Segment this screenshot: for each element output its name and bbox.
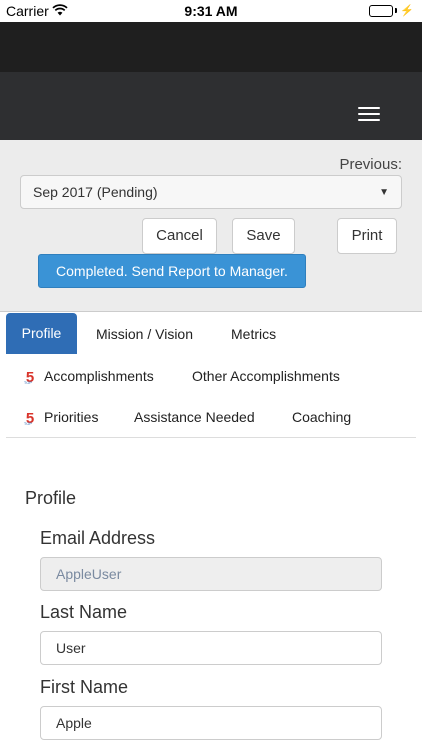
profile-section-title: Profile: [25, 488, 77, 508]
tabs-divider: [6, 437, 416, 438]
svg-text:TOP: TOP: [24, 380, 32, 385]
save-button[interactable]: Save: [232, 218, 295, 254]
tab-metrics[interactable]: Metrics: [231, 326, 276, 342]
tab-profile[interactable]: Profile: [6, 313, 77, 354]
first-name-field[interactable]: [40, 706, 382, 740]
charging-bolt-icon: ⚡: [400, 5, 414, 17]
top-5-badge-icon: 5 TOP: [21, 368, 39, 386]
svg-text:TOP: TOP: [24, 421, 32, 426]
tab-priorities[interactable]: Priorities: [44, 409, 98, 425]
period-select[interactable]: Sep 2017 (Pending) ▼: [20, 175, 402, 209]
tab-other-accomplishments[interactable]: Other Accomplishments: [192, 368, 340, 384]
tab-mission-vision[interactable]: Mission / Vision: [96, 326, 193, 342]
top-5-badge-icon: 5 TOP: [21, 409, 39, 427]
cancel-button[interactable]: Cancel: [142, 218, 217, 254]
app-top-bar: [0, 22, 422, 72]
email-field: [40, 557, 382, 591]
tab-accomplishments[interactable]: Accomplishments: [44, 368, 154, 384]
period-select-value: Sep 2017 (Pending): [33, 184, 158, 200]
email-label: Email Address: [40, 528, 156, 548]
previous-label: Previous:: [339, 156, 402, 173]
tab-assistance-needed[interactable]: Assistance Needed: [134, 409, 255, 425]
battery-icon: ⚡: [369, 4, 414, 17]
caret-down-icon: ▼: [379, 187, 389, 198]
last-name-field[interactable]: [40, 631, 382, 665]
clock: 9:31 AM: [184, 3, 238, 19]
print-button[interactable]: Print: [337, 218, 397, 254]
tab-coaching[interactable]: Coaching: [292, 409, 351, 425]
complete-send-report-button[interactable]: Completed. Send Report to Manager.: [38, 254, 306, 288]
first-name-label: First Name: [40, 677, 129, 697]
hamburger-menu-icon[interactable]: [356, 104, 384, 124]
last-name-label: Last Name: [40, 602, 128, 622]
status-bar: Carrier 9:31 AM ⚡: [0, 0, 422, 22]
